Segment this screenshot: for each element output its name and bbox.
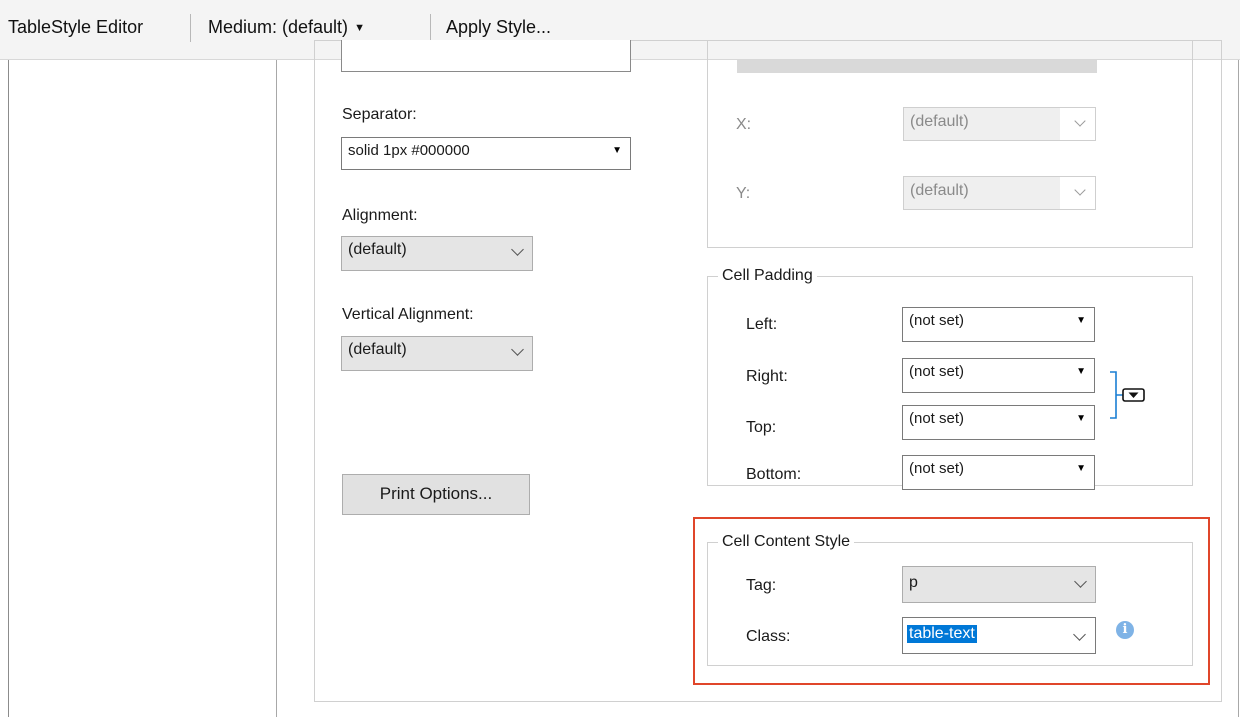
disabled-control-partial (737, 60, 1097, 73)
editor-title: TableStyle Editor (8, 17, 144, 37)
chevron-down-icon (511, 343, 524, 356)
padding-top-combo[interactable]: (not set) ▼ (902, 405, 1095, 440)
right-edge-border (1238, 60, 1239, 717)
padding-right-combo[interactable]: (not set) ▼ (902, 358, 1095, 393)
padding-right-value: (not set) (909, 363, 965, 380)
print-options-button[interactable]: Print Options... (342, 474, 530, 515)
chevron-down-icon: ▼ (1076, 315, 1086, 326)
x-label: X: (736, 116, 752, 133)
chevron-down-icon: ▼ (1076, 366, 1086, 377)
padding-left-label: Left: (746, 316, 778, 333)
padding-left-value: (not set) (909, 312, 965, 329)
cell-padding-legend: Cell Padding (718, 267, 817, 285)
apply-style-button[interactable]: Apply Style... (446, 17, 551, 38)
padding-left-combo[interactable]: (not set) ▼ (902, 307, 1095, 342)
left-pane-border (8, 60, 9, 717)
padding-right-label: Right: (746, 368, 788, 385)
y-dropdown[interactable]: (default) (903, 176, 1096, 210)
alignment-label: Alignment: (342, 207, 418, 224)
alignment-value: (default) (348, 241, 407, 258)
vertical-alignment-value: (default) (348, 341, 407, 358)
y-label: Y: (736, 185, 751, 202)
text-field-partial[interactable] (341, 40, 631, 72)
padding-top-label: Top: (746, 419, 777, 436)
padding-bottom-value: (not set) (909, 460, 965, 477)
chevron-down-icon (1074, 184, 1086, 196)
padding-top-value: (not set) (909, 410, 965, 427)
medium-label: Medium: (default) (208, 17, 349, 37)
highlight-annotation (693, 517, 1210, 685)
chevron-down-icon (1074, 115, 1086, 127)
padding-bottom-label: Bottom: (746, 466, 802, 483)
chevron-down-icon: ▼ (1076, 413, 1086, 424)
alignment-dropdown[interactable]: (default) (341, 236, 533, 271)
nav-pane-border (276, 60, 277, 717)
bracket-dropdown-icon[interactable] (1107, 370, 1151, 422)
chevron-down-icon (511, 243, 524, 256)
separator-combo[interactable]: solid 1px #000000 ▼ (341, 137, 631, 170)
chevron-down-icon: ▼ (354, 22, 365, 34)
medium-dropdown[interactable]: Medium: (default) ▼ (208, 17, 365, 38)
padding-bottom-combo[interactable]: (not set) ▼ (902, 455, 1095, 490)
toolbar-separator (430, 14, 431, 42)
toolbar-separator (190, 14, 191, 42)
x-value: (default) (904, 108, 1060, 140)
x-dropdown[interactable]: (default) (903, 107, 1096, 141)
chevron-down-icon: ▼ (1076, 463, 1086, 474)
y-value: (default) (904, 177, 1060, 209)
chevron-down-icon: ▼ (612, 145, 622, 156)
separator-label: Separator: (342, 106, 417, 123)
vertical-alignment-label: Vertical Alignment: (342, 306, 474, 323)
separator-value: solid 1px #000000 (348, 142, 470, 159)
vertical-alignment-dropdown[interactable]: (default) (341, 336, 533, 371)
